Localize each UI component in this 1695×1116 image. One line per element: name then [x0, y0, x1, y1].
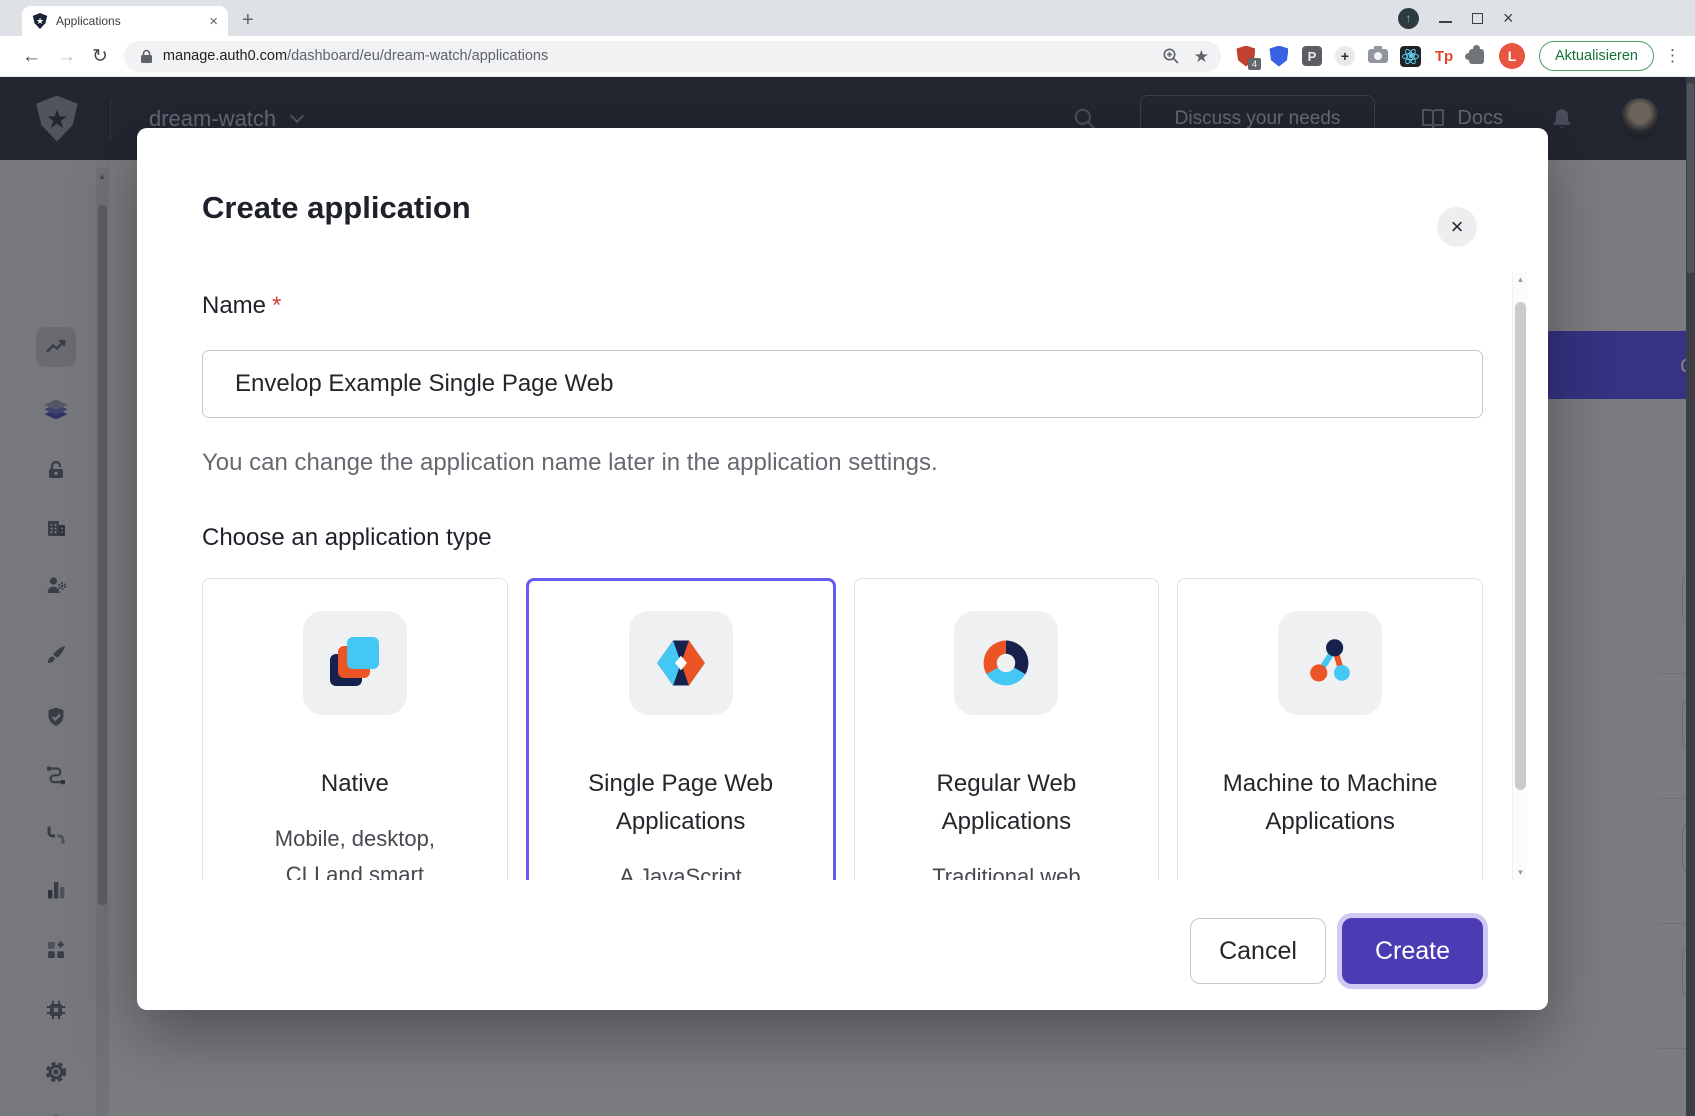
tp-extension-icon[interactable]: Tp [1433, 45, 1455, 67]
spa-app-icon [629, 611, 733, 715]
padlock-icon [140, 49, 153, 64]
m2m-app-icon [1278, 611, 1382, 715]
card-native[interactable]: Native Mobile, desktop, CLI and smart [202, 578, 508, 880]
application-type-cards: Native Mobile, desktop, CLI and smart Si… [202, 578, 1483, 880]
cancel-button[interactable]: Cancel [1190, 918, 1326, 984]
card-title: Regular Web Applications [890, 765, 1122, 841]
name-label: Name* [202, 292, 1483, 320]
card-title: Native [239, 765, 471, 803]
extensions-puzzle-icon[interactable] [1466, 45, 1488, 67]
modal-footer: Cancel Create [1190, 918, 1483, 984]
ublock-extension-icon[interactable]: 4 [1235, 45, 1257, 67]
scroll-up-icon[interactable]: ▲ [1513, 275, 1528, 284]
screenshot-extension-icon[interactable] [1367, 45, 1389, 67]
scroll-down-icon[interactable]: ▼ [1513, 868, 1528, 877]
auth0-favicon-icon: ★ [32, 13, 48, 29]
card-description: Mobile, desktop, CLI and smart [259, 821, 451, 880]
bookmark-star-icon[interactable]: ★ [1194, 48, 1209, 65]
tab-close-icon[interactable]: × [207, 12, 220, 31]
modal-scrollbar[interactable]: ▲ ▼ [1512, 272, 1527, 880]
window-controls: ↑ × [1398, 0, 1514, 36]
close-icon: × [1451, 216, 1464, 238]
application-name-input[interactable] [202, 350, 1483, 418]
address-bar[interactable]: manage.auth0.com/dashboard/eu/dream-watc… [124, 41, 1221, 72]
create-button[interactable]: Create [1342, 918, 1483, 984]
modal-title: Create application [202, 190, 471, 226]
card-title: Single Page Web Applications [565, 765, 797, 841]
application-type-heading: Choose an application type [202, 524, 1483, 552]
page-zoom-icon[interactable] [1162, 47, 1180, 65]
picker-extension-icon[interactable]: + [1334, 45, 1356, 67]
p-extension-icon[interactable]: P [1301, 45, 1323, 67]
chrome-update-icon[interactable]: ↑ [1398, 8, 1419, 29]
card-regular-web[interactable]: Regular Web Applications Traditional web [854, 578, 1160, 880]
card-machine-to-machine[interactable]: Machine to Machine Applications [1177, 578, 1483, 880]
browser-toolbar: ← → ↻ manage.auth0.com/dashboard/eu/drea… [0, 36, 1695, 77]
extension-bar: 4 P + Tp L [1235, 43, 1525, 69]
maximize-button[interactable] [1472, 13, 1483, 24]
url-text: manage.auth0.com/dashboard/eu/dream-watc… [163, 48, 548, 64]
card-description: A JavaScript [585, 859, 777, 880]
modal-close-button[interactable]: × [1437, 207, 1477, 247]
browser-window: ★ Applications × + ↑ × ← → ↻ manage.auth… [0, 0, 1695, 1116]
back-button[interactable]: ← [22, 47, 41, 66]
window-close-button[interactable]: × [1503, 9, 1514, 27]
native-app-icon [303, 611, 407, 715]
new-tab-button[interactable]: + [242, 10, 254, 30]
reload-button[interactable]: ↻ [92, 47, 108, 66]
react-devtools-extension-icon[interactable] [1400, 45, 1422, 67]
create-application-modal: Create application × Name* You can chang… [137, 128, 1548, 1010]
modal-body: Name* You can change the application nam… [137, 270, 1548, 880]
bitwarden-extension-icon[interactable] [1268, 45, 1290, 67]
browser-menu-icon[interactable]: ⋮ [1664, 46, 1681, 66]
card-description: Traditional web [910, 859, 1102, 880]
required-asterisk: * [272, 292, 281, 319]
browser-profile-avatar[interactable]: L [1499, 43, 1525, 69]
minimize-button[interactable] [1439, 21, 1452, 23]
modal-scrollbar-thumb[interactable] [1515, 302, 1526, 790]
chrome-update-button[interactable]: Aktualisieren [1539, 41, 1654, 71]
name-help-text: You can change the application name late… [202, 448, 1483, 478]
tab-title: Applications [56, 14, 207, 28]
card-title: Machine to Machine Applications [1214, 765, 1446, 841]
card-single-page-web[interactable]: Single Page Web Applications A JavaScrip… [526, 578, 836, 880]
browser-tab[interactable]: ★ Applications × [22, 6, 228, 36]
regular-web-app-icon [954, 611, 1058, 715]
tab-strip: ★ Applications × + ↑ × [0, 0, 1695, 36]
forward-button[interactable]: → [57, 47, 76, 66]
